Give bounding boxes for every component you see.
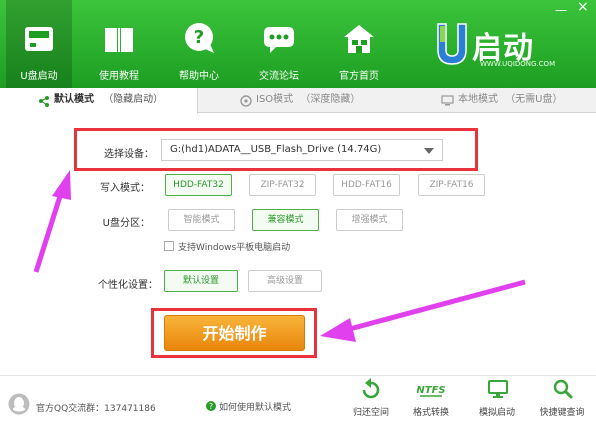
annotation-arrows (33, 170, 526, 342)
qq-group-text: 官方QQ交流群：137471186 (36, 404, 156, 414)
tool-label: 快捷键查询 (539, 408, 585, 418)
arrow-head-up (52, 170, 71, 200)
arrow-line-left (345, 279, 526, 333)
svg-text:?: ? (209, 402, 213, 411)
arrow-head-left (320, 318, 356, 342)
tool-label: 格式转换 (412, 408, 449, 418)
simulate-boot-tool[interactable]: 模拟启动 (471, 378, 523, 422)
ntfs-badge: NTFS (417, 385, 445, 396)
help-circle-icon: ? (206, 401, 216, 411)
restore-space-tool[interactable]: 归还空间 (345, 378, 397, 422)
tool-label: 归还空间 (352, 408, 389, 418)
monitor-icon (488, 380, 508, 398)
arrow-line-up (33, 189, 65, 273)
tool-label: 模拟启动 (478, 408, 515, 418)
qq-icon (8, 393, 30, 415)
ntfs-icon: NTFS (417, 385, 445, 397)
restore-icon (362, 378, 380, 399)
search-icon (553, 379, 573, 399)
format-convert-tool[interactable]: NTFS 格式转换 (405, 378, 457, 422)
hotkey-lookup-tool[interactable]: 快捷键查询 (536, 378, 588, 422)
help-link[interactable]: 如何使用默认模式 (219, 400, 291, 413)
